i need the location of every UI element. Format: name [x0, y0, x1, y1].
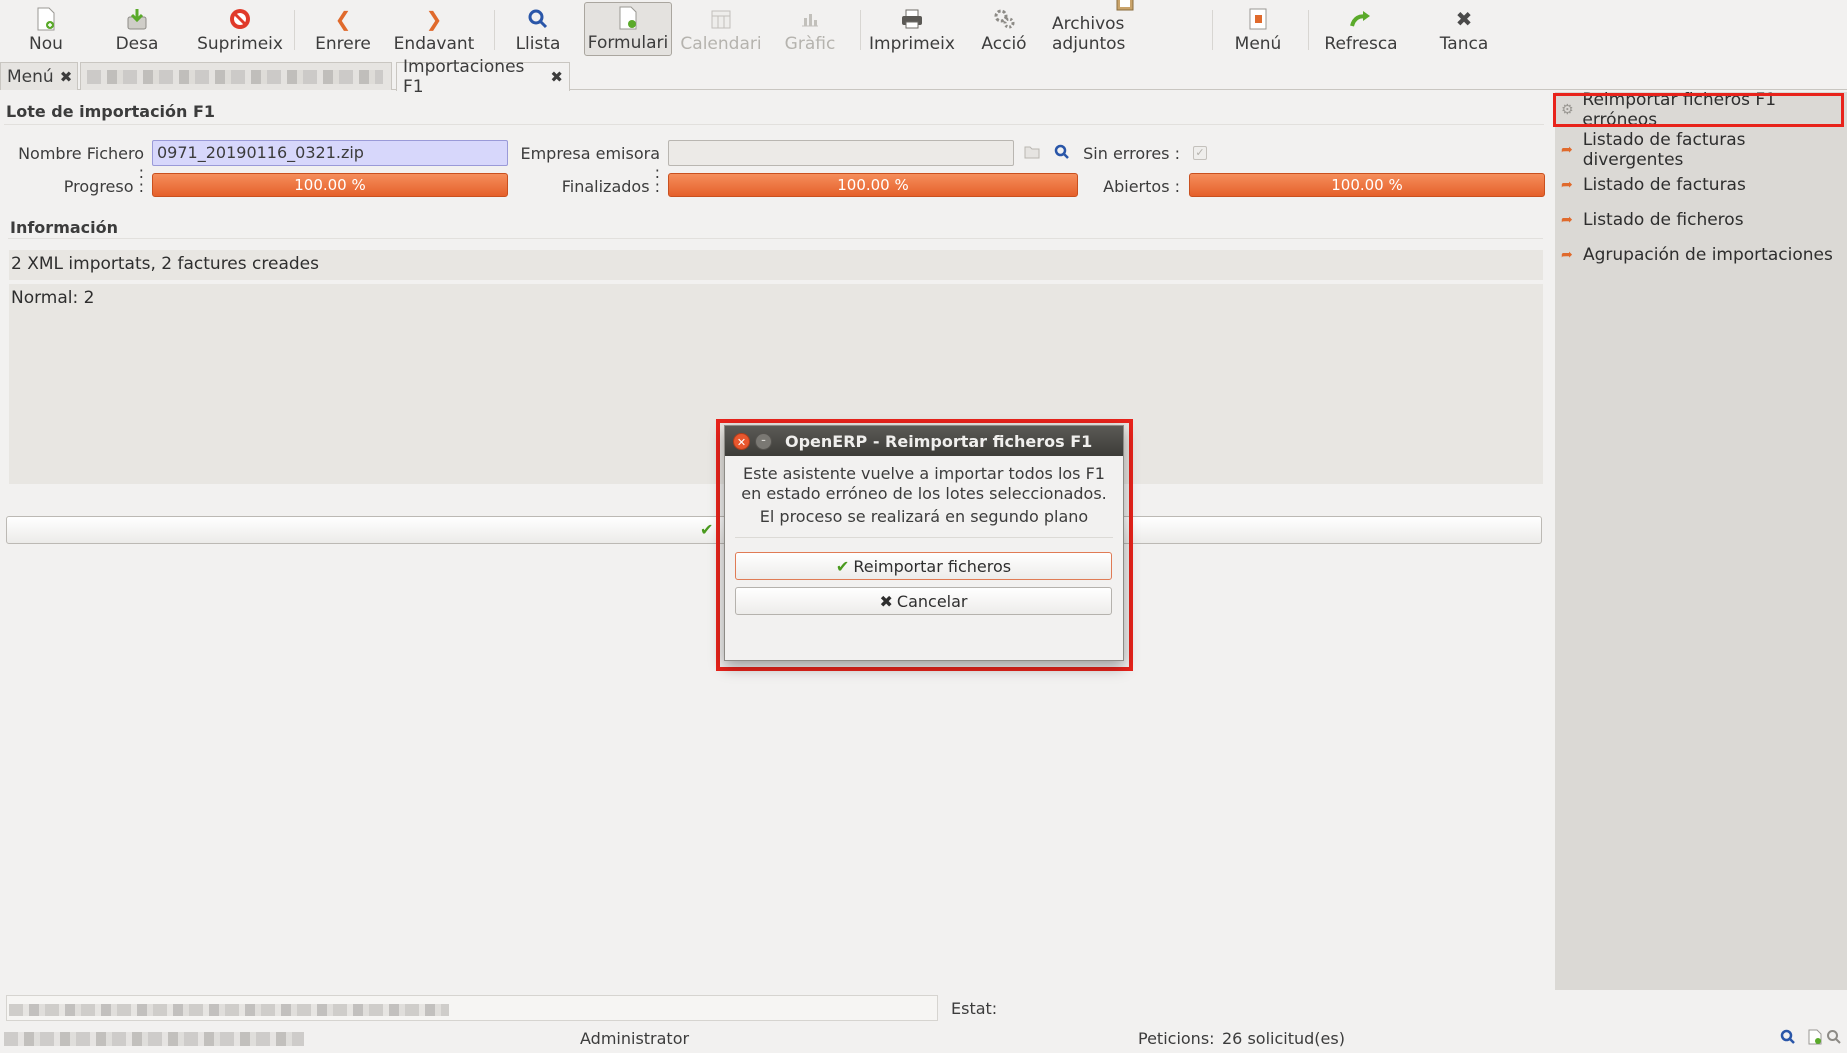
toolbar-separator	[1308, 10, 1309, 50]
close-icon: ✖	[1455, 7, 1473, 31]
no-errors-label: Sin errores :	[1083, 144, 1180, 163]
next-button[interactable]: ❯ Endavant	[394, 2, 475, 56]
window-minimize-icon[interactable]: –	[755, 433, 772, 450]
tab-bar: Menú ✖ Importaciones F1 ✖	[0, 57, 1847, 97]
reimport-dialog: ✕ – OpenERP - Reimportar ficheros F1 Est…	[724, 425, 1124, 661]
chevron-right-icon: ❯	[425, 7, 443, 31]
form-view-button[interactable]: Formulari	[584, 2, 672, 56]
no-errors-checkbox[interactable]: ✓	[1193, 146, 1207, 160]
info-summary: 2 XML importats, 2 factures creades	[9, 250, 1543, 280]
finished-label: Finalizados :	[561, 177, 660, 196]
open-label: Abiertos :	[1103, 177, 1180, 196]
report-icon: ➦	[1561, 212, 1573, 228]
open-progress-bar: 100.00 %	[1189, 173, 1545, 197]
blurred-url	[4, 1032, 304, 1046]
form-title: Lote de importación F1	[6, 102, 216, 121]
delete-button[interactable]: Suprimeix	[196, 2, 284, 56]
progress-label: Progreso :	[63, 177, 144, 196]
tab-other[interactable]	[80, 62, 392, 90]
graph-view-button[interactable]: Gràfic	[780, 2, 840, 56]
dialog-message-line: en estado erróneo de los lotes seleccion…	[741, 484, 1107, 503]
info-heading: Información	[10, 218, 119, 237]
folder-icon[interactable]	[1024, 144, 1040, 163]
form-icon	[616, 6, 640, 30]
requests-value: 26 solicitud(es)	[1222, 1029, 1345, 1048]
toolbar-separator	[860, 10, 861, 50]
report-icon: ➦	[1561, 142, 1573, 158]
zoom-icon[interactable]	[1826, 1029, 1842, 1049]
close-tab-icon[interactable]: ✖	[60, 68, 73, 86]
divider	[735, 537, 1113, 538]
search-icon[interactable]	[1054, 144, 1070, 164]
check-icon: ✔	[835, 556, 850, 576]
delete-icon	[228, 7, 252, 31]
attachments-button[interactable]: Archivos adjuntos	[1052, 0, 1198, 56]
save-button[interactable]: Desa	[108, 2, 166, 56]
previous-button[interactable]: ❮ Enrere	[312, 2, 374, 56]
cancel-button[interactable]: ✖ Cancelar	[735, 587, 1112, 615]
requests-label: Peticions:	[1138, 1029, 1215, 1048]
dialog-message-line: Este asistente vuelve a importar todos l…	[743, 464, 1105, 483]
blurred-tab-label	[87, 69, 383, 84]
menu-icon	[1246, 7, 1270, 31]
calendar-view-button[interactable]: Calendari	[680, 2, 762, 56]
blurred-status	[9, 1004, 449, 1016]
list-view-button[interactable]: Llista	[510, 2, 566, 56]
reimport-files-button[interactable]: ✔ Reimportar ficheros	[735, 552, 1112, 580]
status-message-field	[6, 995, 938, 1021]
dialog-title: OpenERP - Reimportar ficheros F1	[785, 431, 1093, 451]
print-button[interactable]: Imprimeix	[868, 2, 956, 56]
new-document-icon[interactable]	[1808, 1029, 1822, 1049]
action-button[interactable]: Acció	[976, 2, 1032, 56]
progress-bar: 100.00 %	[152, 173, 508, 197]
user-name: Administrator	[580, 1029, 690, 1048]
tab-menu[interactable]: Menú ✖	[0, 62, 78, 90]
filename-field[interactable]: 0971_20190116_0321.zip	[152, 140, 508, 166]
finished-progress-bar: 100.00 %	[668, 173, 1078, 197]
printer-icon	[900, 7, 924, 31]
check-icon: ✔	[700, 520, 714, 539]
chevron-left-icon: ❮	[334, 7, 352, 31]
sidebar-item-invoices[interactable]: ➦ Listado de facturas	[1561, 171, 1746, 199]
company-field[interactable]	[668, 140, 1014, 166]
toolbar: Nou Desa Suprimeix ❮ Enrere ❯ Endavant L…	[0, 0, 1847, 60]
close-button[interactable]: ✖ Tanca	[1434, 2, 1494, 56]
report-icon: ➦	[1561, 177, 1573, 193]
toolbar-separator	[494, 10, 495, 50]
menu-button[interactable]: Menú	[1228, 2, 1288, 56]
cancel-icon: ✖	[879, 591, 893, 611]
search-icon[interactable]	[1780, 1029, 1796, 1049]
sidebar-item-divergent-invoices[interactable]: ➦ Listado de facturas divergentes	[1561, 130, 1847, 170]
report-icon: ➦	[1561, 247, 1573, 263]
calendar-icon	[709, 7, 733, 31]
close-tab-icon[interactable]: ✖	[550, 68, 563, 86]
highlight-box	[1553, 93, 1844, 127]
tab-importaciones-f1[interactable]: Importaciones F1 ✖	[396, 57, 570, 97]
dialog-titlebar: ✕ – OpenERP - Reimportar ficheros F1	[725, 426, 1123, 456]
state-label: Estat:	[951, 999, 998, 1018]
refresh-icon	[1349, 7, 1373, 31]
search-icon	[526, 7, 550, 31]
new-document-icon	[34, 7, 58, 31]
toolbar-separator	[1212, 10, 1213, 50]
dialog-message: Este asistente vuelve a importar todos l…	[725, 456, 1123, 527]
bottom-bar: Administrator Peticions: 26 solicitud(es…	[0, 1026, 1847, 1053]
window-close-icon[interactable]: ✕	[733, 433, 750, 450]
clipboard-icon	[1113, 0, 1137, 11]
chart-icon	[798, 7, 822, 31]
new-button[interactable]: Nou	[18, 2, 74, 56]
dialog-message-line: El proceso se realizará en segundo plano	[759, 507, 1089, 526]
gears-icon	[992, 7, 1016, 31]
sidebar-item-files[interactable]: ➦ Listado de ficheros	[1561, 206, 1744, 234]
divider	[8, 238, 1543, 239]
divider	[4, 124, 1544, 125]
toolbar-separator	[294, 10, 295, 50]
refresh-button[interactable]: Refresca	[1320, 2, 1402, 56]
save-icon	[125, 7, 149, 31]
sidebar-item-import-grouping[interactable]: ➦ Agrupación de importaciones	[1561, 241, 1833, 269]
